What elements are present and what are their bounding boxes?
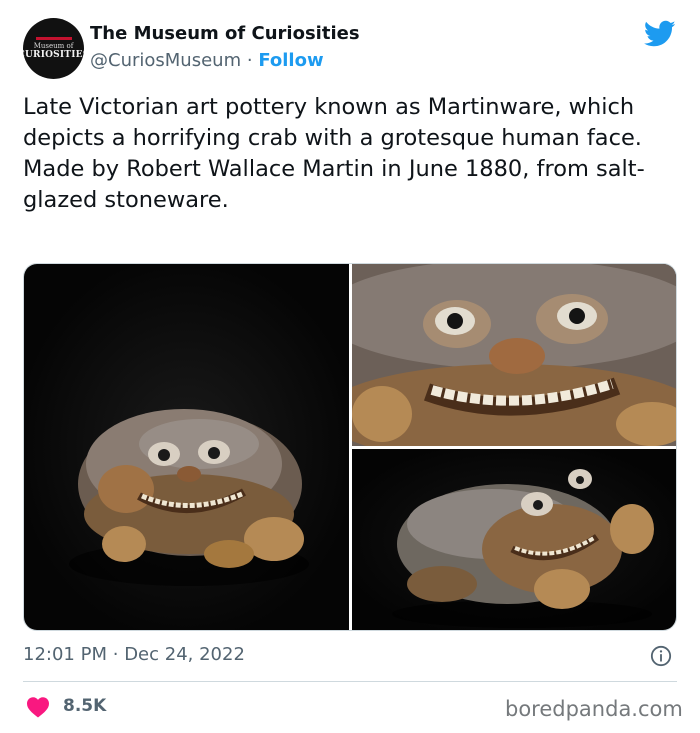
tweet-timestamp[interactable]: 12:01 PM · Dec 24, 2022	[23, 644, 245, 665]
photo-crab-closeup[interactable]	[352, 264, 676, 446]
tweet-time: 12:01 PM	[23, 644, 107, 665]
avatar-text-big: CURIOSITIES	[23, 49, 84, 60]
divider	[23, 681, 677, 682]
tweet-date: Dec 24, 2022	[124, 644, 245, 665]
like-count[interactable]: 8.5K	[63, 696, 106, 716]
handle-row: @CuriosMuseum · Follow	[90, 50, 324, 71]
tweet-text: Late Victorian art pottery known as Mart…	[23, 94, 645, 213]
crab-closeup-illustration	[352, 264, 676, 446]
account-handle[interactable]: @CuriosMuseum	[90, 50, 241, 71]
avatar-text-small: Museum of	[33, 41, 74, 50]
avatar-stripe	[35, 36, 72, 40]
watermark: boredpanda.com	[505, 697, 683, 721]
twitter-bird-icon[interactable]	[644, 20, 676, 48]
handle-separator: ·	[246, 50, 253, 71]
heart-icon[interactable]	[26, 696, 50, 718]
photo-crab-front[interactable]	[24, 264, 349, 630]
crab-illustration	[69, 409, 309, 586]
follow-button[interactable]: Follow	[258, 50, 323, 71]
timestamp-separator: ·	[112, 644, 119, 665]
photo-crab-side[interactable]	[352, 449, 676, 630]
media-grid	[23, 263, 677, 631]
account-name[interactable]: The Museum of Curiosities	[90, 23, 360, 44]
crab-side-illustration	[392, 469, 654, 628]
avatar[interactable]: Museum of CURIOSITIES	[23, 18, 84, 79]
info-icon[interactable]	[650, 645, 672, 667]
